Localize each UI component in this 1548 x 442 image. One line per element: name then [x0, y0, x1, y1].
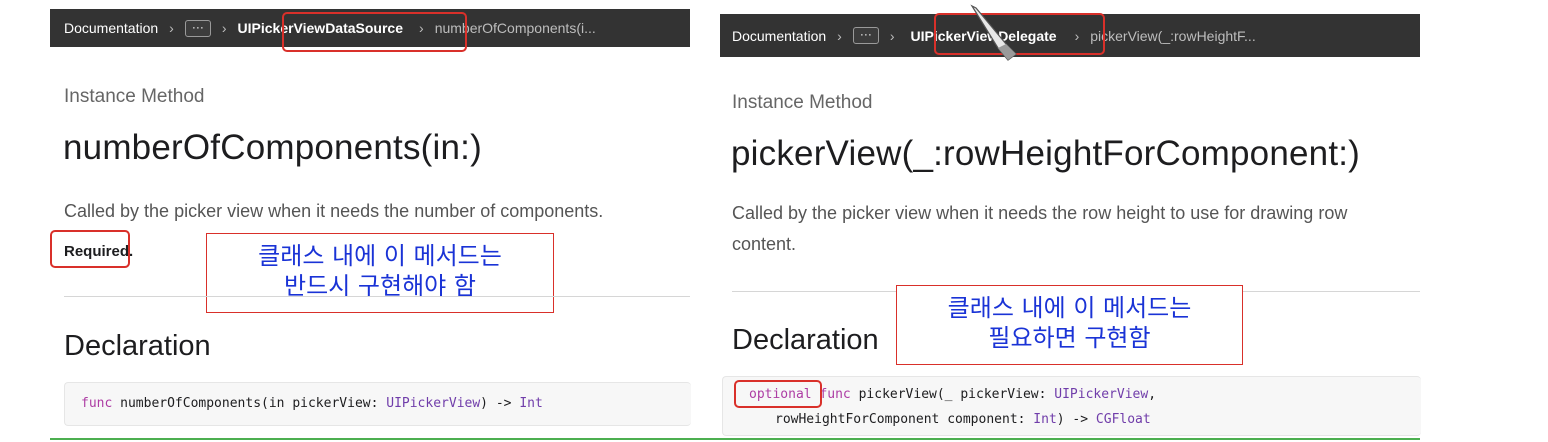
- code-type-link[interactable]: UIPickerView: [386, 396, 480, 411]
- breadcrumb-documentation-link[interactable]: Documentation: [64, 20, 158, 36]
- code-text: rowHeightForComponent: [775, 412, 940, 427]
- right-abstract-line1: Called by the picker view when it needs …: [732, 203, 1348, 223]
- breadcrumb-collapsed-button[interactable]: ···: [852, 27, 879, 44]
- left-page-title: numberOfComponents(in:): [63, 128, 482, 167]
- right-note-line1: 클래스 내에 이 메서드는: [947, 294, 1192, 322]
- right-note-line2: 필요하면 구현함: [988, 324, 1151, 352]
- breadcrumb-documentation-link[interactable]: Documentation: [732, 28, 826, 44]
- right-code-line-2: rowHeightForComponent component: Int) ->…: [775, 412, 1151, 427]
- left-declaration-heading: Declaration: [64, 330, 211, 362]
- left-code-line: func numberOfComponents(in pickerView: U…: [81, 396, 543, 411]
- code-text: ) ->: [480, 396, 520, 411]
- left-code-block: func numberOfComponents(in pickerView: U…: [64, 382, 691, 426]
- right-page-title: pickerView(_:rowHeightForComponent:): [731, 134, 1361, 173]
- code-text: ,: [1148, 387, 1157, 402]
- breadcrumb-current-page: pickerView(_:rowHeightF...: [1090, 27, 1256, 44]
- code-text: component:: [939, 412, 1034, 427]
- right-annotation-note: 클래스 내에 이 메서드는 필요하면 구현함: [896, 285, 1243, 365]
- left-note-line1: 클래스 내에 이 메서드는: [258, 242, 502, 270]
- left-annotation-note: 클래스 내에 이 메서드는 반드시 구현해야 함: [206, 233, 554, 313]
- bottom-divider: [50, 438, 1420, 440]
- code-text: ) ->: [1056, 412, 1096, 427]
- left-abstract: Called by the picker view when it needs …: [64, 201, 604, 221]
- highlight-required: [50, 230, 130, 268]
- right-kicker: Instance Method: [732, 92, 873, 113]
- breadcrumb-separator: ›: [889, 27, 895, 44]
- highlight-datasource: [282, 12, 467, 52]
- breadcrumb-separator: ›: [221, 20, 227, 36]
- code-type-link[interactable]: Int: [519, 396, 542, 411]
- breadcrumb-separator: ›: [837, 27, 842, 44]
- right-code-block: optional func pickerView(_ pickerView: U…: [722, 376, 1421, 436]
- code-type-link[interactable]: Int: [1033, 412, 1056, 427]
- code-keyword: func: [81, 396, 113, 411]
- right-declaration-heading: Declaration: [732, 324, 879, 356]
- breadcrumb-separator: ›: [169, 20, 174, 36]
- left-divider: [64, 296, 690, 297]
- right-abstract-line2: content.: [732, 234, 797, 254]
- pointer-cursor-icon: [970, 4, 1017, 61]
- breadcrumb-collapsed-button[interactable]: ···: [184, 19, 211, 37]
- highlight-optional: [734, 380, 822, 408]
- code-type-link[interactable]: CGFloat: [1096, 412, 1151, 427]
- left-kicker: Instance Method: [64, 86, 205, 107]
- code-text: pickerView(_ pickerView:: [850, 387, 1055, 402]
- right-abstract: Called by the picker view when it needs …: [732, 198, 1422, 260]
- code-text: numberOfComponents(in pickerView:: [112, 396, 387, 411]
- code-type-link[interactable]: UIPickerView: [1054, 387, 1148, 402]
